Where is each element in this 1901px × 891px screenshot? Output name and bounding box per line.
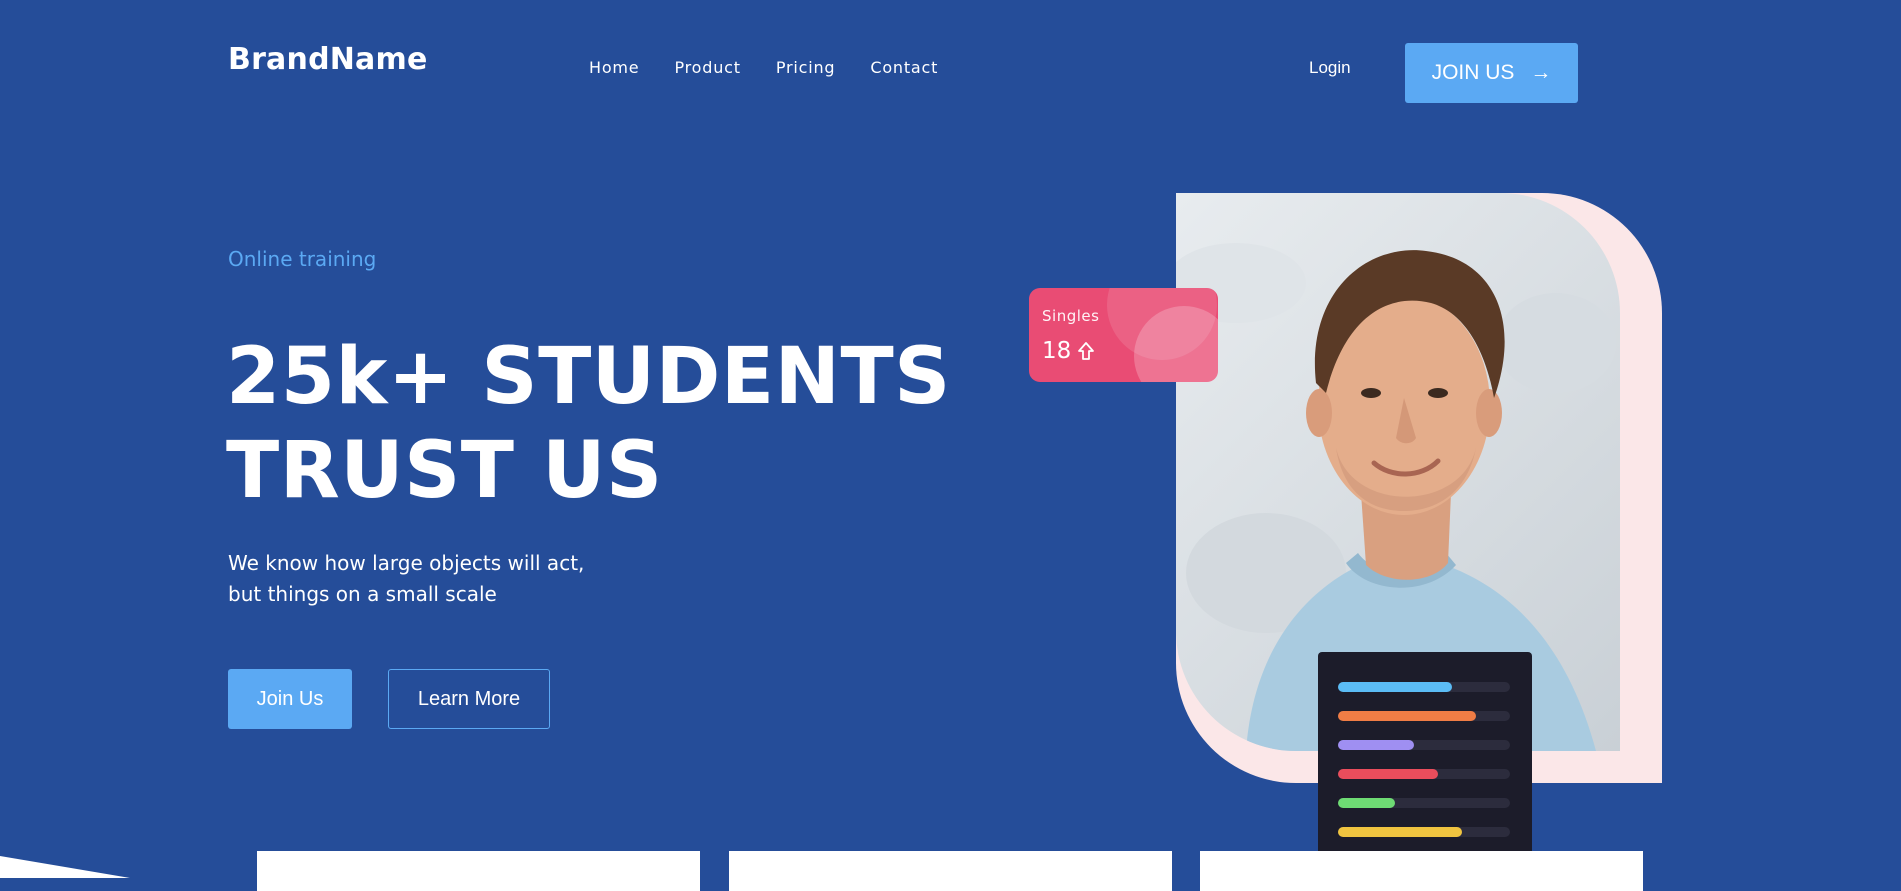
arrow-right-icon: →: [1530, 61, 1552, 84]
arrow-up-icon: [1078, 342, 1095, 360]
feature-card-3: [1200, 851, 1643, 891]
progress-bar-fill: [1338, 740, 1414, 750]
login-link[interactable]: Login: [1309, 58, 1351, 78]
hero-description: We know how large objects will act, but …: [228, 548, 648, 610]
hero-headline: 25k+ STUDENTS TRUST US: [226, 330, 951, 518]
join-us-header-label: JOIN US: [1431, 61, 1515, 84]
progress-bar-fill: [1338, 827, 1462, 837]
stat-label: Singles: [1042, 307, 1100, 325]
progress-panel: [1318, 652, 1532, 878]
singles-stat-card: Singles 18: [1029, 288, 1218, 382]
hero-description-line-2: but things on a small scale: [228, 582, 497, 606]
decorative-white-wedge: [0, 856, 130, 878]
nav-item-home[interactable]: Home: [589, 58, 639, 77]
join-us-header-button[interactable]: JOIN US →: [1405, 43, 1578, 103]
nav-item-contact[interactable]: Contact: [870, 58, 938, 77]
progress-bar-fill: [1338, 711, 1476, 721]
hero-description-line-1: We know how large objects will act,: [228, 551, 585, 575]
join-us-button[interactable]: Join Us: [228, 669, 352, 729]
brand-logo[interactable]: BrandName: [228, 42, 428, 77]
stat-value-row: 18: [1042, 338, 1095, 364]
feature-card-2: [729, 851, 1172, 891]
stat-value: 18: [1042, 338, 1072, 364]
nav-item-pricing[interactable]: Pricing: [776, 58, 836, 77]
hero-eyebrow: Online training: [228, 247, 377, 271]
progress-bar-fill: [1338, 682, 1452, 692]
main-nav: Home Product Pricing Contact: [589, 58, 938, 77]
progress-bar-fill: [1338, 798, 1395, 808]
nav-item-product[interactable]: Product: [674, 58, 740, 77]
hero-headline-line-1: 25k+ STUDENTS: [226, 332, 951, 422]
learn-more-button[interactable]: Learn More: [388, 669, 550, 729]
progress-bar-fill: [1338, 769, 1438, 779]
feature-card-1: [257, 851, 700, 891]
hero-headline-line-2: TRUST US: [226, 426, 663, 516]
